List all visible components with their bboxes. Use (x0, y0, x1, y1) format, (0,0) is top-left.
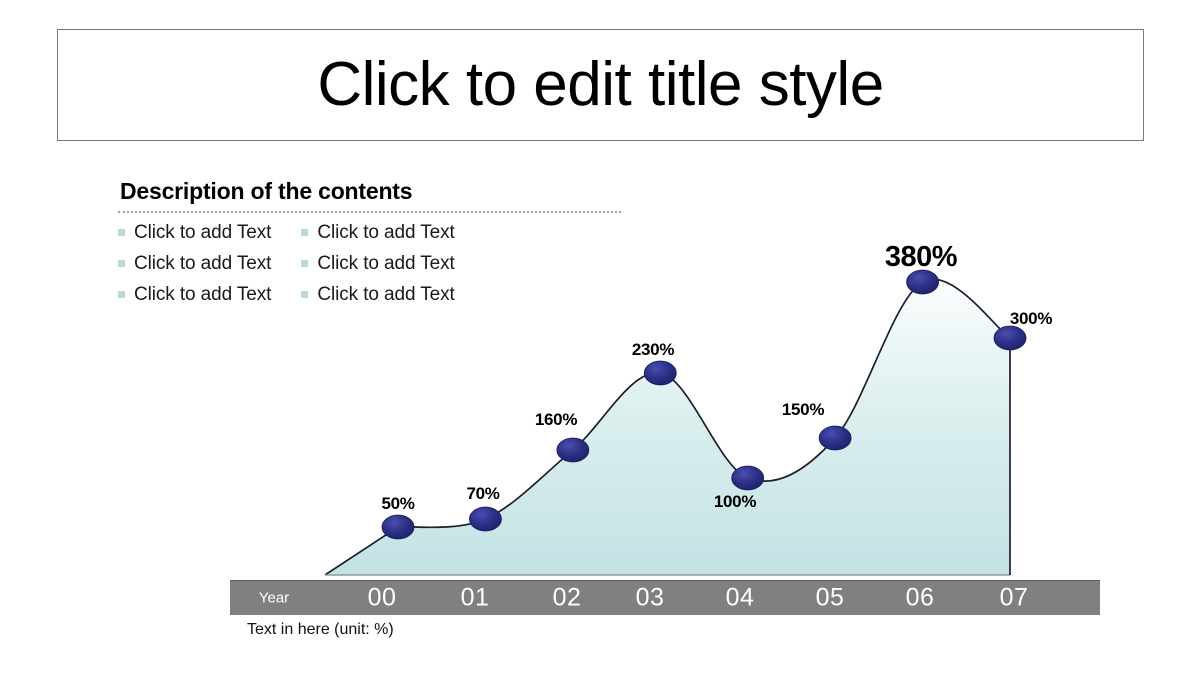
square-bullet-icon (301, 229, 309, 236)
list-item[interactable]: Click to add Text (301, 283, 455, 306)
area-outline (324, 278, 1011, 576)
list-item[interactable]: Click to add Text (118, 283, 271, 306)
bullet-column-left: Click to add Text Click to add Text Clic… (118, 221, 271, 306)
axis-footnote: Text in here (unit: %) (247, 621, 394, 638)
square-bullet-icon (118, 260, 125, 267)
square-bullet-icon (301, 260, 309, 267)
axis-tick-label: 01 (460, 583, 490, 612)
data-label: 160% (534, 410, 578, 429)
data-point-marker[interactable] (731, 465, 765, 491)
square-bullet-icon (301, 291, 309, 298)
axis-row-label: Year (258, 589, 290, 607)
data-label: 70% (466, 484, 500, 503)
data-point-marker[interactable] (381, 514, 415, 540)
description-block: Description of the contents Click to add… (118, 178, 628, 306)
axis-tick-label: 04 (725, 583, 755, 612)
chart-plot-group (324, 269, 1027, 576)
square-bullet-icon (118, 229, 125, 236)
list-item[interactable]: Click to add Text (118, 221, 271, 244)
list-item-label: Click to add Text (317, 252, 455, 274)
axis-tick-label: 07 (999, 583, 1029, 612)
axis-tick-label: 05 (815, 583, 845, 612)
data-label: 100% (713, 492, 757, 511)
data-point-marker[interactable] (643, 360, 677, 386)
area-fill (325, 279, 1010, 575)
axis-tick-label: 02 (552, 583, 582, 612)
bullet-column-right: Click to add Text Click to add Text Clic… (301, 221, 455, 306)
list-item-label: Click to add Text (134, 221, 272, 243)
list-item-label: Click to add Text (134, 283, 272, 305)
data-label: 230% (631, 340, 675, 359)
list-item[interactable]: Click to add Text (301, 221, 455, 244)
data-label: 300% (1009, 309, 1053, 328)
data-point-marker[interactable] (556, 437, 590, 463)
bullet-columns: Click to add Text Click to add Text Clic… (118, 221, 628, 306)
data-point-marker[interactable] (906, 269, 939, 295)
list-item[interactable]: Click to add Text (118, 252, 271, 275)
data-point-marker[interactable] (818, 425, 852, 451)
description-heading[interactable]: Description of the contents (120, 178, 628, 205)
data-point-marker[interactable] (469, 506, 502, 532)
data-label-emphasized: 380% (884, 241, 958, 273)
description-divider (118, 211, 621, 213)
title-placeholder-box[interactable]: Click to edit title style (57, 29, 1144, 141)
list-item-label: Click to add Text (134, 252, 272, 274)
axis-tick-label: 03 (635, 583, 665, 612)
data-label: 50% (381, 494, 415, 513)
list-item-label: Click to add Text (317, 221, 455, 243)
page-title[interactable]: Click to edit title style (58, 54, 1143, 116)
axis-tick-label: 06 (905, 583, 935, 612)
square-bullet-icon (118, 291, 125, 298)
data-label: 150% (781, 400, 825, 419)
axis-tick-label: 00 (367, 583, 397, 612)
list-item[interactable]: Click to add Text (301, 252, 455, 275)
list-item-label: Click to add Text (317, 283, 455, 305)
data-point-marker[interactable] (993, 325, 1027, 351)
axis-bar: Year 00 01 02 03 04 05 06 07 (230, 580, 1100, 615)
